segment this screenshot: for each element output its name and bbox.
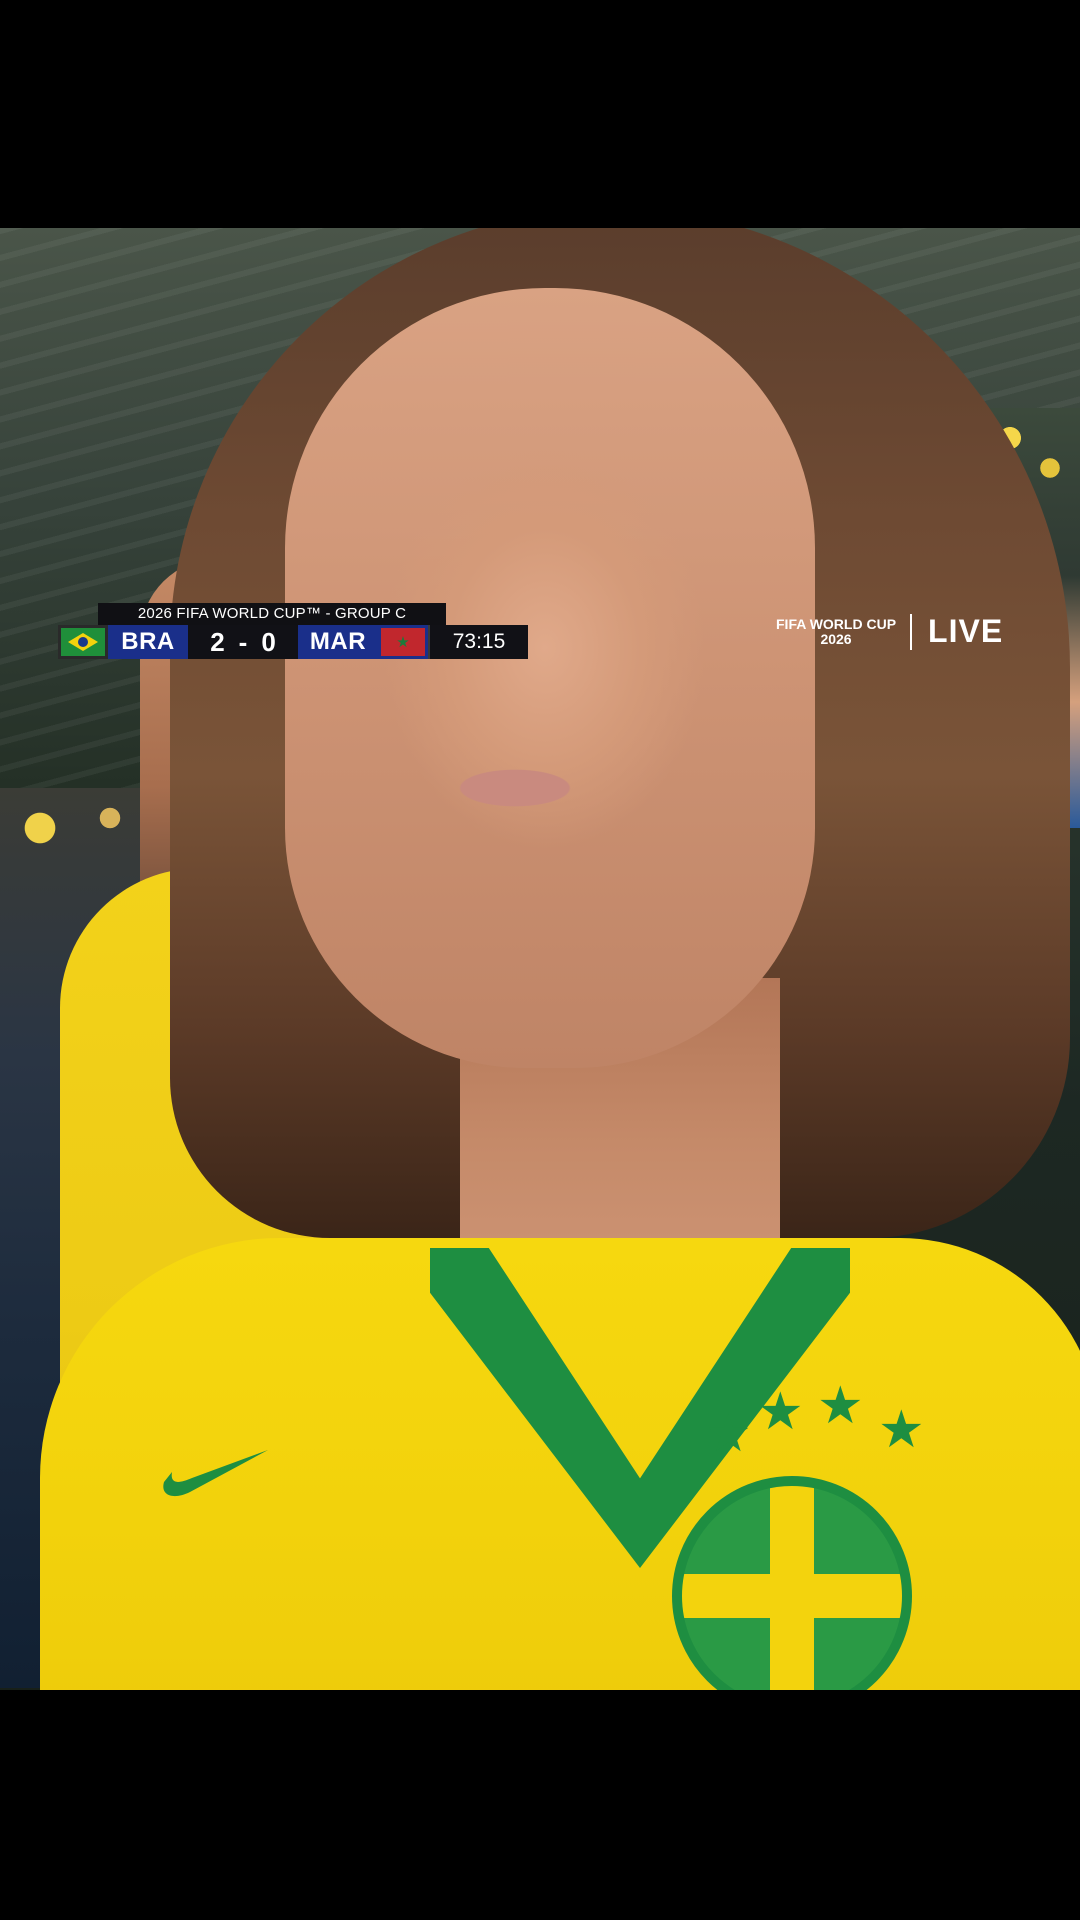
video-player[interactable]: ★ ★ ★ ★ 2026 FIFA WORLD CUP™ - GROUP C B… bbox=[0, 228, 1080, 1690]
swoosh-logo-icon bbox=[163, 1450, 268, 1497]
home-score: 2 bbox=[210, 626, 225, 657]
crest-star-icon: ★ bbox=[878, 1400, 925, 1460]
match-score: 2 - 0 bbox=[188, 625, 298, 659]
match-clock: 73:15 bbox=[428, 625, 528, 659]
live-indicator: LIVE bbox=[928, 613, 1004, 649]
score-separator: - bbox=[238, 626, 248, 657]
crest-star-icon: ★ bbox=[757, 1382, 804, 1442]
competition-label: 2026 FIFA WORLD CUP™ - GROUP C bbox=[98, 603, 446, 625]
video-frame: ★ ★ ★ ★ 2026 FIFA WORLD CUP™ - GROUP C B… bbox=[0, 0, 1080, 1920]
broadcast-bug: FIFA WORLD CUP 2026 LIVE bbox=[776, 613, 1003, 650]
event-logo-line1: FIFA WORLD CUP bbox=[776, 615, 897, 632]
home-flag bbox=[58, 625, 108, 659]
brazil-flag-icon bbox=[61, 628, 105, 656]
home-team-name: BRA bbox=[108, 625, 188, 659]
crest-star-icon: ★ bbox=[817, 1376, 864, 1436]
fan-face bbox=[285, 288, 815, 1068]
away-flag: ★ bbox=[378, 625, 428, 659]
away-team-name: MAR bbox=[298, 625, 378, 659]
crest-star-icon: ★ bbox=[705, 1404, 752, 1464]
away-score: 0 bbox=[261, 626, 276, 657]
bug-divider bbox=[910, 613, 913, 650]
event-logo-line2: 2026 bbox=[820, 630, 852, 647]
event-logo: FIFA WORLD CUP 2026 bbox=[776, 615, 897, 647]
morocco-flag-icon: ★ bbox=[381, 628, 425, 656]
scoreboard: BRA 2 - 0 MAR ★ 73:15 bbox=[58, 625, 528, 659]
